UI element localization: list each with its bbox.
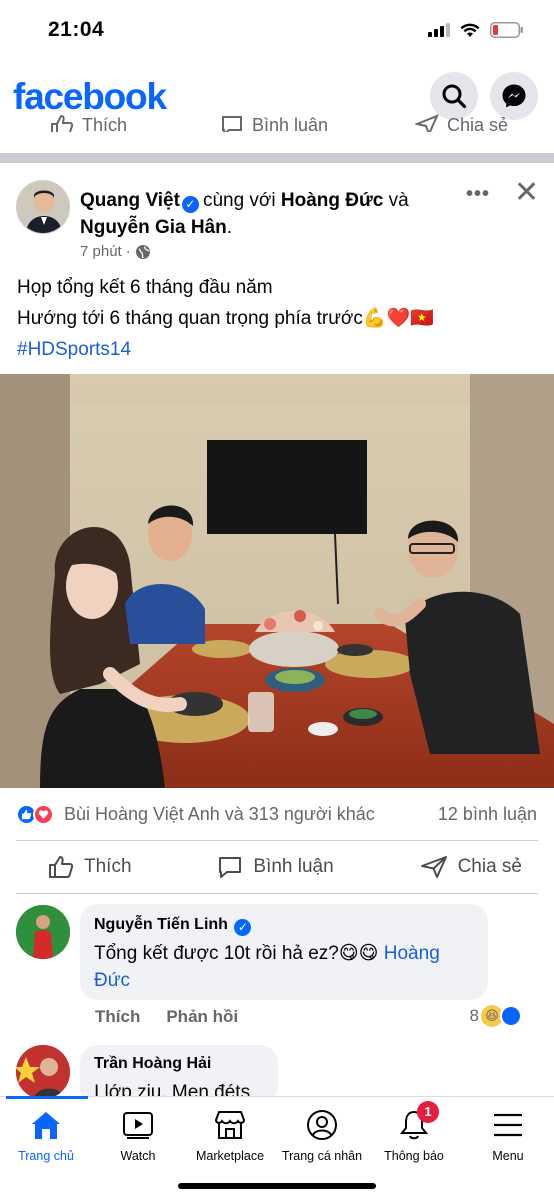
commenter-avatar[interactable] (16, 905, 70, 959)
verified-badge-icon: ✓ (181, 196, 199, 213)
comment-text: Tổng kết được 10t rồi hả ez?😋😋 (94, 943, 384, 964)
author-avatar[interactable] (16, 180, 70, 234)
love-reaction-icon (33, 804, 54, 825)
post-text: Họp tổng kết 6 tháng đầu năm Hướng tới 6… (17, 272, 537, 365)
more-options-icon[interactable]: ••• (466, 183, 490, 206)
tab-menu[interactable]: Menu (458, 1109, 554, 1163)
tab-profile[interactable]: Trang cá nhân (272, 1109, 372, 1163)
verified-badge-icon: ✓ (234, 919, 252, 936)
tab-home[interactable]: Trang chủ (0, 1109, 96, 1163)
post-header: Quang Việt ✓ cùng với Hoàng Đức và Nguyễn … (0, 163, 554, 263)
comments-count[interactable]: 12 bình luận (438, 804, 537, 825)
profile-icon (307, 1110, 337, 1140)
prev-like: Thích (50, 114, 127, 132)
menu-icon (494, 1113, 522, 1137)
tab-notifications-label: Thông báo (384, 1149, 444, 1163)
comment-bubble: Nguyễn Tiến Linh ✓ Tổng kết được 10t rồi… (80, 904, 488, 1000)
post-photo[interactable] (0, 374, 554, 788)
post-time[interactable]: 7 phút (80, 243, 122, 260)
notification-badge: 1 (417, 1101, 439, 1123)
home-indicator[interactable] (178, 1183, 376, 1189)
comment-button[interactable]: Bình luận (217, 855, 334, 879)
commenter-name[interactable]: Nguyễn Tiến Linh ✓ (94, 914, 474, 936)
status-time: 21:04 (48, 18, 105, 41)
previous-post-actions: Thích Bình luận Chia sẻ (0, 114, 554, 132)
tab-marketplace-label: Marketplace (195, 1149, 265, 1163)
tagged-user-2[interactable]: Nguyễn Gia Hân (80, 217, 227, 238)
reactions-summary[interactable]: Bùi Hoàng Việt Anh và 313 người khác 12 … (0, 800, 554, 830)
post-line-1: Họp tổng kết 6 tháng đầu năm (17, 277, 273, 298)
signal-icon (428, 23, 450, 37)
prev-share: Chia sẻ (415, 114, 508, 132)
and-text: và (388, 190, 409, 211)
home-icon (32, 1112, 60, 1139)
messenger-button[interactable] (490, 72, 538, 120)
tab-menu-label: Menu (492, 1149, 524, 1163)
tab-watch-label: Watch (120, 1149, 156, 1163)
comment-reactions[interactable]: 8 😆 (470, 1005, 522, 1027)
hashtag-link[interactable]: #HDSports14 (17, 334, 537, 365)
post-actions: Thích Bình luận Chia sẻ (16, 840, 538, 894)
prev-comment: Bình luận (220, 114, 328, 132)
tagged-user-1[interactable]: Hoàng Đức (281, 190, 383, 211)
like-label: Thích (84, 856, 132, 877)
like-reaction-icon (500, 1005, 522, 1027)
store-icon (214, 1111, 246, 1139)
comment-actions: Thích Phản hồi (95, 1007, 238, 1027)
tab-notifications[interactable]: 1 Thông báo (364, 1101, 464, 1163)
comment-icon (219, 857, 242, 878)
globe-icon (135, 244, 150, 259)
search-icon (442, 84, 467, 109)
commenter-avatar-2[interactable] (16, 1045, 70, 1099)
post-author-line: Quang Việt ✓ cùng với Hoàng Đức và Nguyễn … (80, 190, 409, 238)
comment-label: Bình luận (253, 856, 334, 877)
comment-reply-button[interactable]: Phản hồi (166, 1007, 238, 1027)
facebook-logo[interactable]: facebook (13, 76, 167, 118)
search-button[interactable] (430, 72, 478, 120)
share-button[interactable]: Chia sẻ (420, 855, 522, 879)
status-icons (428, 22, 524, 38)
active-tab-indicator (6, 1096, 88, 1099)
comment-like-button[interactable]: Thích (95, 1007, 140, 1027)
messenger-icon (502, 84, 526, 108)
battery-icon (490, 22, 524, 38)
post-line-2: Hướng tới 6 tháng quan trọng phía trước💪… (17, 308, 434, 329)
close-icon[interactable]: ✕ (514, 178, 539, 208)
feed-divider (0, 153, 554, 163)
app-header: facebook Thích Bình luận Chia sẻ (0, 62, 554, 132)
wifi-icon (460, 23, 480, 38)
reactions-text[interactable]: Bùi Hoàng Việt Anh và 313 người khác (64, 804, 375, 825)
status-bar: 21:04 (0, 0, 554, 62)
commenter-name-2[interactable]: Trần Hoàng Hải (94, 1053, 264, 1075)
tab-watch[interactable]: Watch (88, 1109, 188, 1163)
tab-marketplace[interactable]: Marketplace (180, 1109, 280, 1163)
like-button[interactable]: Thích (48, 855, 132, 879)
like-icon (49, 856, 74, 878)
share-icon (420, 856, 447, 878)
post-meta: 7 phút · (80, 243, 151, 260)
comment-reaction-count: 8 (469, 1006, 479, 1025)
with-text: cùng với (202, 190, 276, 211)
tab-home-label: Trang chủ (18, 1149, 74, 1163)
share-label: Chia sẻ (457, 856, 522, 877)
reaction-icons (16, 804, 54, 825)
video-icon (123, 1112, 153, 1139)
tab-profile-label: Trang cá nhân (281, 1149, 363, 1163)
author-name[interactable]: Quang Việt (80, 190, 180, 211)
